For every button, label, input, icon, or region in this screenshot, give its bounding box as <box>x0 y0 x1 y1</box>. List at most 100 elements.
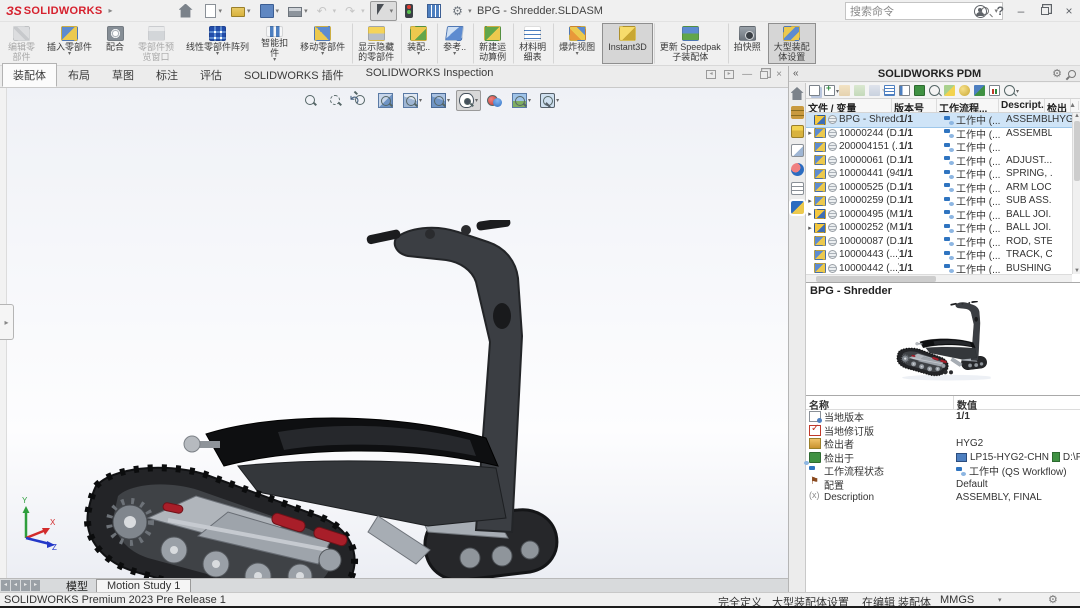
file-name[interactable]: 200004151 (... <box>839 141 899 152</box>
column-workflow-state[interactable]: 工作流程... <box>937 99 999 112</box>
smart-fasteners[interactable]: 智能扣 件 ▾ <box>255 23 294 64</box>
exploded-view[interactable]: 爆炸视图 ▾ <box>553 23 601 64</box>
dropdown-caret-icon[interactable]: ▾ <box>475 97 478 104</box>
move-component[interactable]: 移动零部件 ▾ <box>294 23 351 64</box>
file-name[interactable]: 10000441 (94... <box>839 168 899 179</box>
command-tab[interactable]: 布局 <box>57 63 101 87</box>
file-name[interactable]: 10000525 (D... <box>839 182 899 193</box>
appearances-icon[interactable] <box>791 163 804 176</box>
copy-icon[interactable] <box>809 85 820 96</box>
file-explorer-icon[interactable] <box>791 125 804 138</box>
command-tab[interactable]: 装配体 <box>2 63 57 87</box>
large-assembly[interactable]: 大型装配 体设置 <box>768 23 816 64</box>
where-used-icon[interactable] <box>899 85 910 96</box>
view-palette-icon[interactable] <box>791 144 804 157</box>
dropdown-caret-icon[interactable]: ▾ <box>528 97 531 104</box>
check-in-icon[interactable] <box>854 85 865 96</box>
reference-geometry[interactable]: 参考.. ▾ <box>437 23 472 64</box>
mate[interactable]: 配合 <box>98 23 132 64</box>
dropdown-caret-icon[interactable]: ▾ <box>576 52 579 57</box>
dropdown-caret-icon[interactable]: ▾ <box>216 52 219 57</box>
dropdown-caret-icon[interactable]: ▾ <box>68 52 71 57</box>
update-speedpak[interactable]: 更新 Speedpak 子装配体 <box>654 23 727 64</box>
command-tab[interactable]: SOLIDWORKS Inspection <box>355 63 505 87</box>
previous-view-icon[interactable] <box>350 90 372 111</box>
solidworks-logo[interactable]: ЗS SOLIDWORKS ▸ <box>0 4 119 18</box>
tab-nav-arrow-icon[interactable]: ◂ <box>11 580 20 591</box>
view-orientation-icon[interactable]: ▾ <box>400 90 425 111</box>
tree-row[interactable]: ▸ 10000252 (M... 1/1 工作中 (... BALL JOI..… <box>806 221 1072 235</box>
snapshot[interactable]: 拍快照 <box>728 23 767 64</box>
hide-show-items-icon[interactable]: ▾ <box>456 90 481 111</box>
panel-options-gear-icon[interactable]: ⚙ <box>1052 67 1062 80</box>
expand-arrow-icon[interactable]: ▸ <box>806 197 814 205</box>
menu-expand-icon[interactable]: ▸ <box>109 6 113 15</box>
assembly-features[interactable]: 装配.. ▾ <box>401 23 436 64</box>
linear-pattern[interactable]: 线性零部件阵列 ▾ <box>180 23 255 64</box>
tab-nav-arrow-icon[interactable]: ◂ <box>1 580 10 591</box>
units-selector[interactable]: MMGS <box>940 594 974 606</box>
zoom-fit-icon[interactable] <box>300 90 322 111</box>
tree-row[interactable]: ▸ 10000495 (M... 1/1 工作中 (... BALL JOI..… <box>806 208 1072 222</box>
file-name[interactable]: 10000443 (...) <box>839 249 899 260</box>
section-view-icon[interactable] <box>375 90 397 111</box>
command-tab[interactable]: 评估 <box>189 63 233 87</box>
properties-icon[interactable] <box>959 85 970 96</box>
dropdown-caret-icon[interactable]: ▾ <box>556 97 559 104</box>
dropdown-caret-icon[interactable]: ▾ <box>276 7 280 15</box>
dropdown-caret-icon[interactable]: ▾ <box>447 97 450 104</box>
doc-minimize-button[interactable]: — <box>742 69 752 80</box>
tree-row[interactable]: 10000061 (D... 1/1 工作中 (... ADJUST... <box>806 154 1072 168</box>
close-button[interactable]: × <box>1062 4 1076 18</box>
dropdown-caret-icon[interactable]: ▾ <box>453 52 456 57</box>
insert-component[interactable]: 插入零部件 ▾ <box>41 23 98 64</box>
tree-row[interactable]: 10000441 (94... 1/1 工作中 (... SPRING, ... <box>806 167 1072 181</box>
new-document-icon[interactable]: ▾ <box>200 1 227 21</box>
command-tab[interactable]: 标注 <box>145 63 189 87</box>
pdm-tab-icon[interactable] <box>791 201 804 214</box>
check-out-icon[interactable] <box>839 85 850 96</box>
scroll-down-icon[interactable]: ▼ <box>1073 268 1080 274</box>
command-tab[interactable]: 草图 <box>101 63 145 87</box>
status-options-icon[interactable]: ⚙ <box>1048 593 1058 606</box>
rebuild-icon[interactable] <box>398 1 422 21</box>
custom-properties-icon[interactable] <box>791 182 804 195</box>
print-icon[interactable]: ▾ <box>284 1 312 21</box>
home-icon[interactable] <box>175 1 199 21</box>
save-icon[interactable]: ▾ <box>256 1 284 21</box>
apply-scene-icon[interactable]: ▾ <box>509 90 534 111</box>
file-name[interactable]: 10000495 (M... <box>839 209 899 220</box>
expand-arrow-icon[interactable]: ▸ <box>806 210 814 218</box>
file-name[interactable]: BPG - Shredder (... <box>839 114 899 125</box>
account-icon[interactable] <box>974 5 987 18</box>
tree-row[interactable]: 10000525 (D... 1/1 工作中 (... ARM LOC... <box>806 181 1072 195</box>
edit-appearance-icon[interactable] <box>484 90 506 111</box>
tab-nav-arrow-icon[interactable]: ▸ <box>21 580 30 591</box>
undo-icon[interactable]: ▾ <box>313 1 341 21</box>
bom[interactable]: 材料明 细表 <box>513 23 552 64</box>
dropdown-caret-icon[interactable]: ▾ <box>361 7 365 15</box>
scroll-up-icon[interactable]: ▲ <box>1067 101 1079 110</box>
pane-left-icon[interactable]: ◂ <box>706 70 716 79</box>
redo-icon[interactable]: ▾ <box>341 1 369 21</box>
file-name[interactable]: 10000087 (D... <box>839 236 899 247</box>
display-settings-icon[interactable] <box>423 1 447 21</box>
column-description[interactable]: Descript... <box>999 99 1045 112</box>
get-version-icon[interactable]: ▾ <box>869 85 880 96</box>
scrollbar-thumb[interactable] <box>1074 121 1080 181</box>
file-name[interactable]: 10000442 (...) <box>839 263 899 274</box>
scrollbar-thumb[interactable] <box>816 276 936 282</box>
file-name[interactable]: 10000061 (D... <box>839 155 899 166</box>
units-dropdown-icon[interactable]: ▾ <box>998 596 1002 604</box>
file-name[interactable]: 10000259 (D... <box>839 195 899 206</box>
dropdown-caret-icon[interactable]: ▾ <box>333 7 337 15</box>
show-hidden[interactable]: 显示隐藏 的零部件 <box>352 23 400 64</box>
preview-icon[interactable] <box>929 85 940 96</box>
edit-component[interactable]: 编辑零 部件 <box>2 23 41 64</box>
command-tab[interactable]: SOLIDWORKS 插件 <box>233 63 355 87</box>
add-file-icon[interactable]: ▾ <box>824 85 835 96</box>
dropdown-caret-icon[interactable]: ▾ <box>419 97 422 104</box>
vault-document-icon[interactable] <box>914 85 925 96</box>
design-library-icon[interactable] <box>791 106 804 119</box>
tree-row[interactable]: ▸ 10000244 (D... 1/1 工作中 (... ASSEMBL... <box>806 127 1072 141</box>
